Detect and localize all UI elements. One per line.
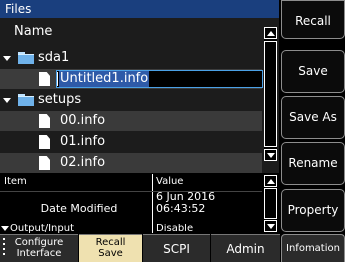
bottom-tab-bar: Configure Interface Recall Save SCPI Adm… — [0, 234, 345, 262]
time-value: 06:43:52 — [156, 202, 206, 215]
save-button[interactable]: Save — [281, 50, 345, 93]
tab-recall-save-label: Recall Save — [79, 237, 142, 259]
tree-item-label: 02.info — [60, 155, 106, 170]
properties-scrollbar[interactable] — [264, 175, 277, 232]
save-as-button[interactable]: Save As — [281, 96, 345, 139]
tree-item-02-info[interactable]: 02.info — [0, 153, 262, 173]
tree-item-label: sda1 — [38, 50, 70, 65]
document-icon — [39, 135, 50, 149]
tree-item-setups[interactable]: setups — [0, 90, 262, 110]
chevron-down-icon[interactable] — [3, 98, 11, 103]
tree-item-label: setups — [38, 92, 82, 107]
tree-item-untitled1[interactable]: Untitled1.info — [0, 69, 263, 89]
tab-admin-label: Admin — [226, 242, 265, 256]
document-icon — [39, 156, 50, 170]
scrollbar-track[interactable] — [264, 41, 277, 147]
tree-item-label: 01.info — [60, 134, 106, 149]
tab-label-line2: Interface — [16, 248, 62, 259]
tab-admin[interactable]: Admin — [211, 234, 280, 262]
scroll-up-icon[interactable] — [264, 175, 277, 187]
rename-input[interactable]: Untitled1.info — [56, 70, 263, 88]
tab-label-line2: Save — [98, 248, 123, 259]
tab-label-line1: Recall — [95, 237, 126, 248]
tab-scpi[interactable]: SCPI — [143, 234, 210, 262]
chevron-down-icon — [1, 226, 9, 231]
tree-item-label: 00.info — [60, 113, 106, 128]
tree-item-00-info[interactable]: 00.info — [0, 111, 262, 131]
scroll-down-icon[interactable] — [264, 149, 277, 161]
files-scrollbar[interactable] — [264, 27, 277, 161]
document-icon — [39, 114, 50, 128]
scroll-down-icon[interactable] — [264, 220, 277, 232]
name-column-header: Name — [14, 24, 53, 39]
property-output-input-value: Disable — [156, 224, 194, 233]
tab-scpi-label: SCPI — [163, 242, 190, 256]
document-icon — [39, 72, 50, 86]
tab-label-line1: Configure — [14, 237, 64, 248]
tree-item-01-info[interactable]: 01.info — [0, 132, 262, 152]
property-output-input-row: Output/Input Disable — [0, 224, 262, 233]
text-cursor — [57, 72, 58, 86]
tab-configure-interface[interactable]: Configure Interface — [0, 234, 78, 262]
drive-folder-icon — [18, 94, 34, 106]
property-date-modified-label: Date Modified — [40, 202, 118, 215]
tab-configure-interface-label: Configure Interface — [0, 237, 78, 259]
scroll-up-icon[interactable] — [264, 27, 277, 39]
files-panel-title: Files — [0, 0, 279, 18]
file-manager-screen: Files Name sda1 Untitled1.info setups 00… — [0, 0, 345, 262]
property-date-modified-value: 6 Jun 2016 06:43:52 — [156, 191, 261, 215]
folder-icon — [18, 52, 34, 64]
information-button-label: Infomation — [286, 243, 340, 254]
scrollbar-track[interactable] — [264, 188, 277, 219]
files-panel: Files Name sda1 Untitled1.info setups 00… — [0, 0, 279, 173]
property-output-input-label: Output/Input — [10, 224, 74, 233]
item-column-header: Item — [4, 176, 27, 187]
property-button[interactable]: Property — [281, 189, 345, 232]
recall-button[interactable]: Recall — [281, 0, 345, 39]
information-button[interactable]: Infomation — [281, 234, 345, 262]
tree-item-sda1[interactable]: sda1 — [0, 48, 262, 68]
properties-panel: Item Value Date Modified 6 Jun 2016 06:4… — [0, 174, 279, 233]
chevron-down-icon[interactable] — [3, 56, 11, 61]
rename-input-value: Untitled1.info — [59, 71, 150, 87]
tab-recall-save[interactable]: Recall Save — [79, 234, 142, 262]
rename-button[interactable]: Rename — [281, 142, 345, 185]
value-column-header: Value — [156, 176, 184, 187]
